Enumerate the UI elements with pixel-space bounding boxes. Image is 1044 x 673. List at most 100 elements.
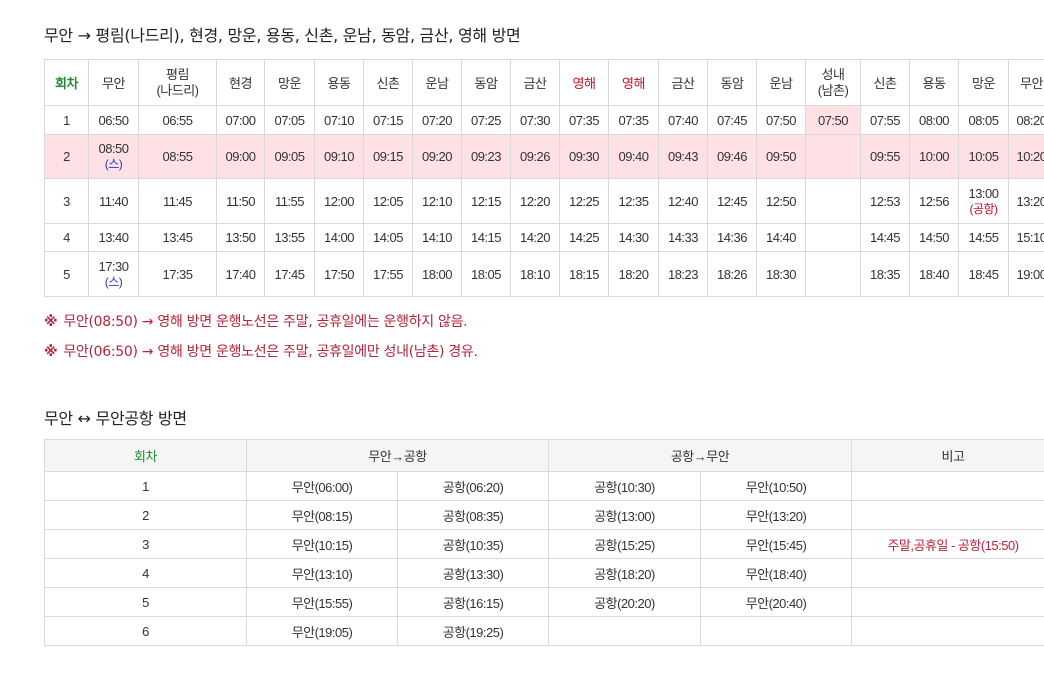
table-row: 5 17:30 (스) 17:35 17:40 17:45 17:50 17:55 18:00 1… — [44, 251, 1044, 297]
time-cell: 18:26 — [707, 251, 757, 297]
time-cell: 공항(15:25) — [548, 529, 701, 559]
time-cell: 09:05 — [264, 134, 315, 179]
time-cell: 07:50 — [756, 105, 806, 135]
round-cell: 3 — [44, 178, 89, 224]
time-cell: 12:20 — [510, 178, 560, 224]
note-1: ※ 무안(08:50) → 영해 방면 운행노선은 주말, 공휴일에는 운행하지 … — [44, 311, 468, 331]
time-note: (스) — [104, 274, 123, 289]
note-text: 무안(08:50) → 영해 방면 운행노선은 주말, 공휴일에는 운행하지 않… — [63, 314, 468, 330]
round-cell: 5 — [44, 587, 247, 617]
time-cell: 12:35 — [608, 178, 659, 224]
time-cell: 무안(10:50) — [700, 471, 852, 501]
col-header-stop: 용동 — [314, 59, 364, 106]
time-cell: 07:00 — [216, 105, 265, 135]
time-cell: 07:30 — [510, 105, 560, 135]
time-cell: 17:50 — [314, 251, 364, 297]
time-cell: 공항(19:25) — [397, 616, 549, 646]
time-cell: 08:55 — [138, 134, 217, 179]
time-cell: 12:56 — [909, 178, 959, 224]
time-cell: 18:10 — [510, 251, 560, 297]
round-cell: 5 — [44, 251, 89, 297]
time-cell: 18:40 — [909, 251, 959, 297]
time-cell: 13:45 — [138, 223, 217, 252]
col-header-stop: 금산 — [658, 59, 708, 106]
table-row: 3 11:40 11:45 11:50 11:55 12:00 12:05 12:10 12:1… — [44, 178, 1044, 224]
col-header-remark: 비고 — [851, 439, 1044, 472]
col-header-stop: 현경 — [216, 59, 265, 106]
time-cell: 14:20 — [510, 223, 560, 252]
time-cell: 07:20 — [412, 105, 462, 135]
time-cell: 14:45 — [860, 223, 910, 252]
time-cell: 19:00 — [1008, 251, 1044, 297]
time-cell: 12:50 — [756, 178, 806, 224]
time-cell: 13:20 — [1008, 178, 1044, 224]
remark-cell — [851, 500, 1044, 530]
time-cell: 18:20 — [608, 251, 659, 297]
time-cell: 08:50 (스) — [88, 134, 139, 179]
col-header-stop: 평림 (나드리) — [138, 59, 217, 106]
time-cell: 13:40 — [88, 223, 139, 252]
time-cell: 무안(18:40) — [700, 558, 852, 588]
remark-cell — [851, 587, 1044, 617]
time-cell: 09:26 — [510, 134, 560, 179]
time-cell: 14:05 — [363, 223, 413, 252]
remark-cell — [851, 616, 1044, 646]
time-cell: 12:00 — [314, 178, 364, 224]
time-cell: 07:50 — [805, 105, 861, 135]
note-2: ※ 무안(06:50) → 영해 방면 운행노선은 주말, 공휴일에만 성내(남촌… — [44, 341, 478, 361]
round-cell: 4 — [44, 223, 89, 252]
time-cell: 11:40 — [88, 178, 139, 224]
table-row: 4 13:40 13:45 13:50 13:55 14:00 14:05 14:10 14:1… — [44, 223, 1044, 252]
note-mark: ※ — [44, 344, 58, 360]
section2-title: 무안 ↔ 무안공항 방면 — [44, 409, 187, 428]
time-cell: 무안(20:40) — [700, 587, 852, 617]
time-cell: 14:15 — [461, 223, 511, 252]
time-cell: 공항(16:15) — [397, 587, 549, 617]
time-cell: 14:30 — [608, 223, 659, 252]
time-cell: 12:25 — [559, 178, 609, 224]
time-cell: 06:50 — [88, 105, 139, 135]
time-cell: 13:55 — [264, 223, 315, 252]
time-cell: 공항(10:35) — [397, 529, 549, 559]
col-header-stop: 망운 — [264, 59, 315, 106]
time-cell — [805, 134, 861, 179]
time-cell — [548, 616, 701, 646]
time-cell: 18:23 — [658, 251, 708, 297]
table-row: 4 무안(13:10) 공항(13:30) 공항(18:20) 무안(18:40) — [44, 558, 1044, 588]
round-cell: 2 — [44, 500, 247, 530]
time-cell: 무안(19:05) — [246, 616, 398, 646]
remark-cell — [851, 471, 1044, 501]
time-cell: 10:05 — [958, 134, 1009, 179]
section1-title: 무안 → 평림(나드리), 현경, 망운, 용동, 신촌, 운남, 동암, 금산… — [44, 26, 521, 45]
round-cell: 1 — [44, 105, 89, 135]
time-value: 17:30 — [98, 258, 129, 274]
time-cell: 14:33 — [658, 223, 708, 252]
time-cell: 13:50 — [216, 223, 265, 252]
time-cell: 15:10 — [1008, 223, 1044, 252]
time-cell: 공항(08:35) — [397, 500, 549, 530]
time-cell: 08:20 — [1008, 105, 1044, 135]
col-header-to-airport: 무안→공항 — [246, 439, 549, 472]
table-row: 1 무안(06:00) 공항(06:20) 공항(10:30) 무안(10:50) — [44, 471, 1044, 501]
time-cell: 09:40 — [608, 134, 659, 179]
time-cell: 07:05 — [264, 105, 315, 135]
time-cell: 09:23 — [461, 134, 511, 179]
time-cell: 07:15 — [363, 105, 413, 135]
col-header-stop: 운남 — [412, 59, 462, 106]
time-cell: 공항(13:00) — [548, 500, 701, 530]
time-cell — [805, 223, 861, 252]
col-header-stop: 동암 — [707, 59, 757, 106]
time-cell: 08:00 — [909, 105, 959, 135]
time-cell: 공항(13:30) — [397, 558, 549, 588]
time-cell: 11:55 — [264, 178, 315, 224]
table-row: 5 무안(15:55) 공항(16:15) 공항(20:20) 무안(20:40) — [44, 587, 1044, 617]
col-header-stop: 용동 — [909, 59, 959, 106]
time-cell: 18:05 — [461, 251, 511, 297]
time-cell: 17:40 — [216, 251, 265, 297]
time-cell: 14:50 — [909, 223, 959, 252]
time-value: 08:50 — [98, 141, 129, 156]
round-cell: 1 — [44, 471, 247, 501]
time-cell: 13:00 (공항) — [958, 178, 1009, 224]
time-cell: 무안(15:55) — [246, 587, 398, 617]
col-header-stop: 신촌 — [860, 59, 910, 106]
